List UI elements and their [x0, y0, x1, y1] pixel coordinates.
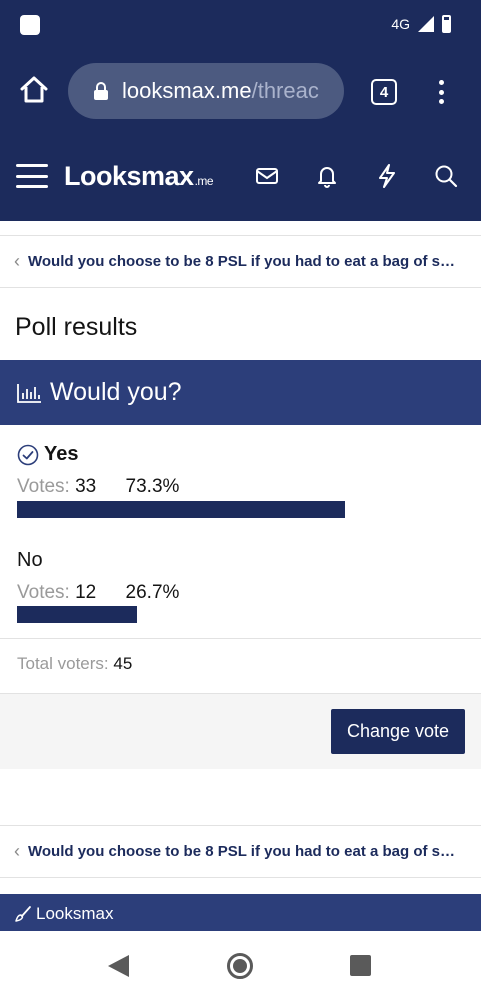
home-button-icon[interactable]	[227, 953, 253, 979]
votes-label: Votes:	[17, 476, 70, 497]
lock-icon	[94, 82, 108, 100]
votes-percent: 26.7%	[125, 582, 180, 603]
option-votes: Votes: 33 73.3%	[17, 476, 179, 498]
address-bar[interactable]: looksmax.me/threac	[68, 63, 344, 119]
url-text: looksmax.me/threac	[122, 78, 319, 104]
logo-tld: .me	[194, 174, 214, 188]
poll-question: Would you?	[50, 378, 182, 406]
signal-icon	[418, 16, 434, 32]
divider	[0, 638, 481, 639]
status-bar: 4G	[0, 0, 481, 50]
option-label: No	[17, 549, 43, 571]
home-icon[interactable]	[18, 74, 50, 106]
total-voters: Total voters: 45	[17, 654, 132, 674]
breadcrumb-link[interactable]: Would you choose to be 8 PSL if you had …	[28, 253, 463, 270]
url-host: looksmax.me	[122, 78, 252, 103]
option-votes: Votes: 12 26.7%	[17, 582, 179, 604]
poll-option-yes: Yes	[17, 443, 78, 466]
battery-icon	[442, 15, 451, 33]
votes-label: Votes:	[17, 582, 70, 603]
site-header: Looksmax.me	[0, 135, 481, 221]
breadcrumb[interactable]: ‹ Would you choose to be 8 PSL if you ha…	[0, 236, 481, 288]
votes-percent: 73.3%	[125, 476, 180, 497]
bell-icon[interactable]	[314, 163, 340, 189]
inbox-icon[interactable]	[254, 163, 280, 189]
votes-count: 12	[75, 582, 97, 603]
network-type: 4G	[391, 16, 410, 32]
page-content: ‹ Would you choose to be 8 PSL if you ha…	[0, 221, 481, 931]
total-voters-label: Total voters:	[17, 654, 109, 673]
vote-bar	[17, 606, 137, 623]
votes-count: 33	[75, 476, 97, 497]
url-path: /threac	[251, 78, 319, 103]
footer-style-link[interactable]: Looksmax	[36, 904, 113, 924]
browser-toolbar: looksmax.me/threac 4	[0, 50, 481, 135]
change-vote-button[interactable]: Change vote	[331, 709, 465, 754]
breadcrumb-bottom[interactable]: ‹ Would you choose to be 8 PSL if you ha…	[0, 826, 481, 878]
browser-menu-icon[interactable]	[436, 80, 446, 104]
chevron-left-icon: ‹	[14, 841, 20, 861]
tab-switcher-button[interactable]: 4	[371, 79, 397, 105]
footer-bar: Looksmax	[0, 894, 481, 931]
hamburger-menu-icon[interactable]	[16, 164, 48, 188]
app-notification-icon	[20, 15, 40, 35]
poll-actions: Change vote	[0, 693, 481, 769]
lightning-icon[interactable]	[374, 163, 400, 189]
back-icon[interactable]	[108, 955, 129, 977]
vote-bar	[17, 501, 345, 518]
recents-icon[interactable]	[350, 955, 371, 976]
bar-chart-icon	[17, 383, 41, 403]
option-label: Yes	[44, 443, 79, 465]
status-indicators: 4G	[391, 15, 451, 33]
poll-header: Would you?	[0, 360, 481, 425]
page-title: Poll results	[15, 313, 138, 341]
system-nav-bar	[0, 931, 481, 1000]
chevron-left-icon: ‹	[14, 251, 20, 271]
breadcrumb-link[interactable]: Would you choose to be 8 PSL if you had …	[28, 843, 463, 860]
search-icon[interactable]	[433, 163, 459, 189]
poll-option-no: No	[17, 549, 43, 572]
total-voters-value: 45	[113, 654, 133, 673]
check-circle-icon	[17, 444, 39, 465]
paint-brush-icon	[15, 906, 31, 922]
site-logo[interactable]: Looksmax.me	[64, 161, 214, 192]
logo-text: Looksmax	[64, 161, 194, 191]
